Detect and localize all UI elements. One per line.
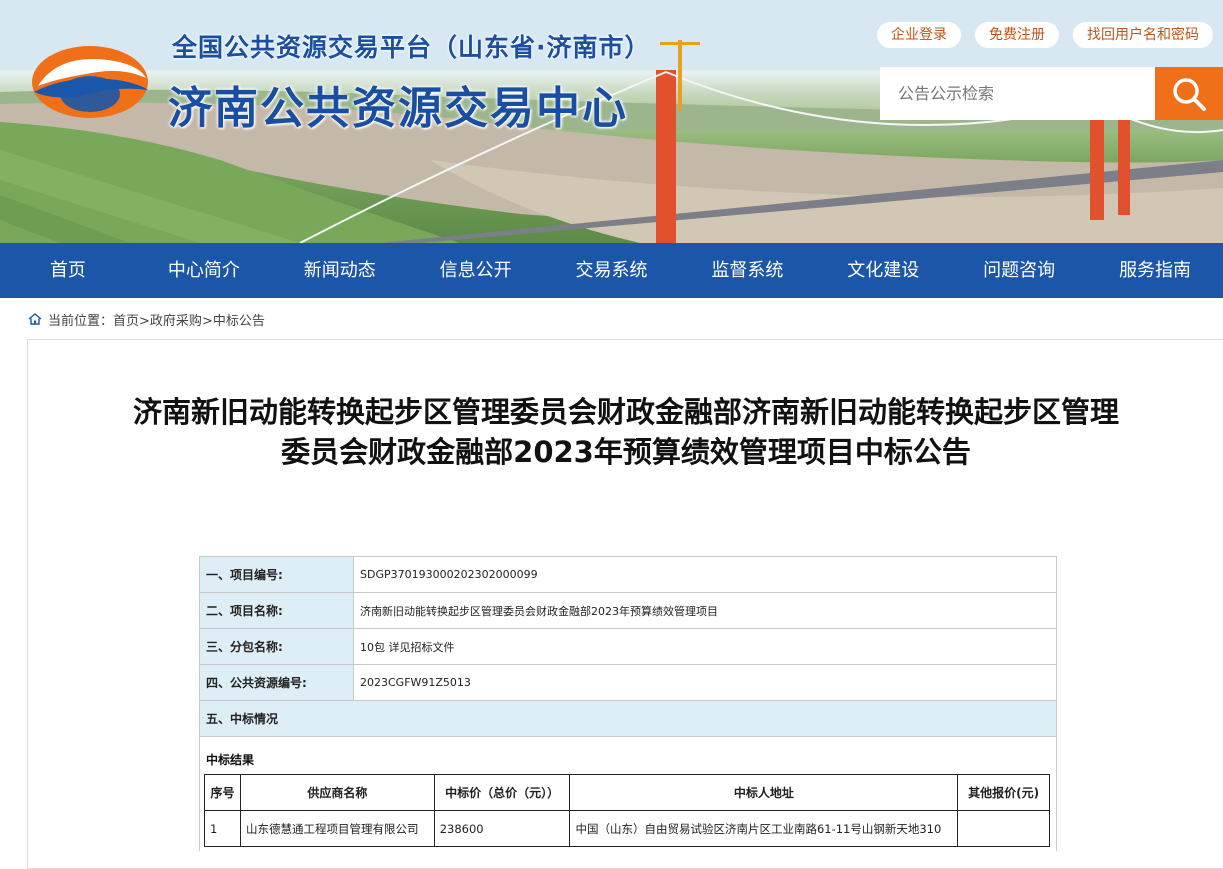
column-header: 供应商名称	[239, 774, 435, 811]
register-link[interactable]: 免费注册	[975, 22, 1059, 48]
main-nav: 首页 中心简介 新闻动态 信息公开 交易系统 监督系统 文化建设 问题咨询 服务…	[0, 243, 1223, 298]
nav-item-supervision[interactable]: 监督系统	[679, 243, 815, 298]
nav-item-consult[interactable]: 问题咨询	[951, 243, 1087, 298]
site-logo	[32, 46, 148, 118]
recover-account-link[interactable]: 找回用户名和密码	[1073, 22, 1213, 48]
site-subtitle: 全国公共资源交易平台（山东省·济南市）	[172, 33, 651, 62]
table-row: 三、分包名称: 10包 详见招标文件	[199, 628, 1057, 665]
search-input[interactable]	[880, 67, 1155, 120]
article-title-line2: 委员会财政金融部2023年预算绩效管理项目中标公告	[281, 435, 971, 469]
field-value: 10包 详见招标文件	[353, 628, 1057, 665]
nav-item-info[interactable]: 信息公开	[408, 243, 544, 298]
announcement-table: 一、项目编号: SDGP370193000202302000099 二、项目名称…	[199, 556, 1057, 851]
header-banner: 全国公共资源交易平台（山东省·济南市） 济南公共资源交易中心 企业登录 免费注册…	[0, 0, 1223, 243]
enterprise-login-link[interactable]: 企业登录	[877, 22, 961, 48]
field-label: 四、公共资源编号:	[199, 664, 354, 701]
table-row: 二、项目名称: 济南新旧动能转换起步区管理委员会财政金融部2023年预算绩效管理…	[199, 592, 1057, 629]
breadcrumb-prefix: 当前位置：	[48, 313, 114, 329]
table-row: 一、项目编号: SDGP370193000202302000099	[199, 556, 1057, 593]
field-value: 2023CGFW91Z5013	[353, 664, 1057, 701]
search-icon	[1173, 77, 1206, 111]
nav-item-home[interactable]: 首页	[0, 243, 136, 298]
field-label: 一、项目编号:	[199, 556, 354, 593]
column-header: 序号	[204, 774, 241, 811]
table-row: 四、公共资源编号: 2023CGFW91Z5013	[199, 664, 1057, 701]
field-label: 二、项目名称:	[199, 592, 354, 629]
field-value: SDGP370193000202302000099	[353, 556, 1057, 593]
field-label: 三、分包名称:	[199, 628, 354, 665]
nav-item-trading[interactable]: 交易系统	[544, 243, 680, 298]
nav-item-guide[interactable]: 服务指南	[1087, 243, 1223, 298]
result-table: 序号 供应商名称 中标价（总价（元）） 中标人地址 其他报价(元) 1 山东德慧…	[204, 774, 1050, 847]
breadcrumb-home-link[interactable]: 首页	[113, 310, 139, 329]
nav-item-culture[interactable]: 文化建设	[815, 243, 951, 298]
search-button[interactable]	[1155, 67, 1223, 120]
column-header: 其他报价(元)	[957, 774, 1050, 811]
home-icon	[28, 313, 42, 325]
breadcrumb: 当前位置： 首页 >政府采购 >中标公告	[0, 298, 1223, 340]
cell-address: 中国（山东）自由贸易试验区济南片区工业南路61-11号山钢新天地310	[569, 810, 959, 847]
table-row: 中标结果 序号 供应商名称 中标价（总价（元）） 中标人地址 其他报价(元) 1…	[199, 736, 1057, 851]
search-box	[880, 67, 1223, 120]
result-row: 1 山东德慧通工程项目管理有限公司 238600 中国（山东）自由贸易试验区济南…	[204, 810, 1050, 847]
nav-item-news[interactable]: 新闻动态	[272, 243, 408, 298]
result-header-row: 序号 供应商名称 中标价（总价（元）） 中标人地址 其他报价(元)	[204, 774, 1050, 811]
cell-index: 1	[204, 810, 241, 847]
cell-price: 238600	[433, 810, 571, 847]
breadcrumb-procurement-link[interactable]: >政府采购	[139, 310, 202, 329]
article-title: 济南新旧动能转换起步区管理委员会财政金融部济南新旧动能转换起步区管理 委员会财政…	[28, 392, 1223, 472]
cell-supplier: 山东德慧通工程项目管理有限公司	[239, 810, 435, 847]
article-container: 济南新旧动能转换起步区管理委员会财政金融部济南新旧动能转换起步区管理 委员会财政…	[27, 339, 1223, 869]
cell-other-price	[957, 810, 1050, 847]
table-row: 五、中标情况	[199, 700, 1057, 737]
column-header: 中标价（总价（元））	[433, 774, 571, 811]
result-cell: 中标结果 序号 供应商名称 中标价（总价（元）） 中标人地址 其他报价(元) 1…	[199, 736, 1057, 851]
top-links: 企业登录 免费注册 找回用户名和密码	[877, 22, 1213, 48]
site-title: 济南公共资源交易中心	[168, 83, 628, 134]
field-value: 济南新旧动能转换起步区管理委员会财政金融部2023年预算绩效管理项目	[353, 592, 1057, 629]
article-title-line1: 济南新旧动能转换起步区管理委员会财政金融部济南新旧动能转换起步区管理	[132, 395, 1119, 429]
section-heading: 五、中标情况	[199, 700, 1057, 737]
column-header: 中标人地址	[569, 774, 959, 811]
result-caption: 中标结果	[206, 753, 255, 767]
nav-item-about[interactable]: 中心简介	[136, 243, 272, 298]
breadcrumb-current[interactable]: >中标公告	[202, 310, 265, 329]
